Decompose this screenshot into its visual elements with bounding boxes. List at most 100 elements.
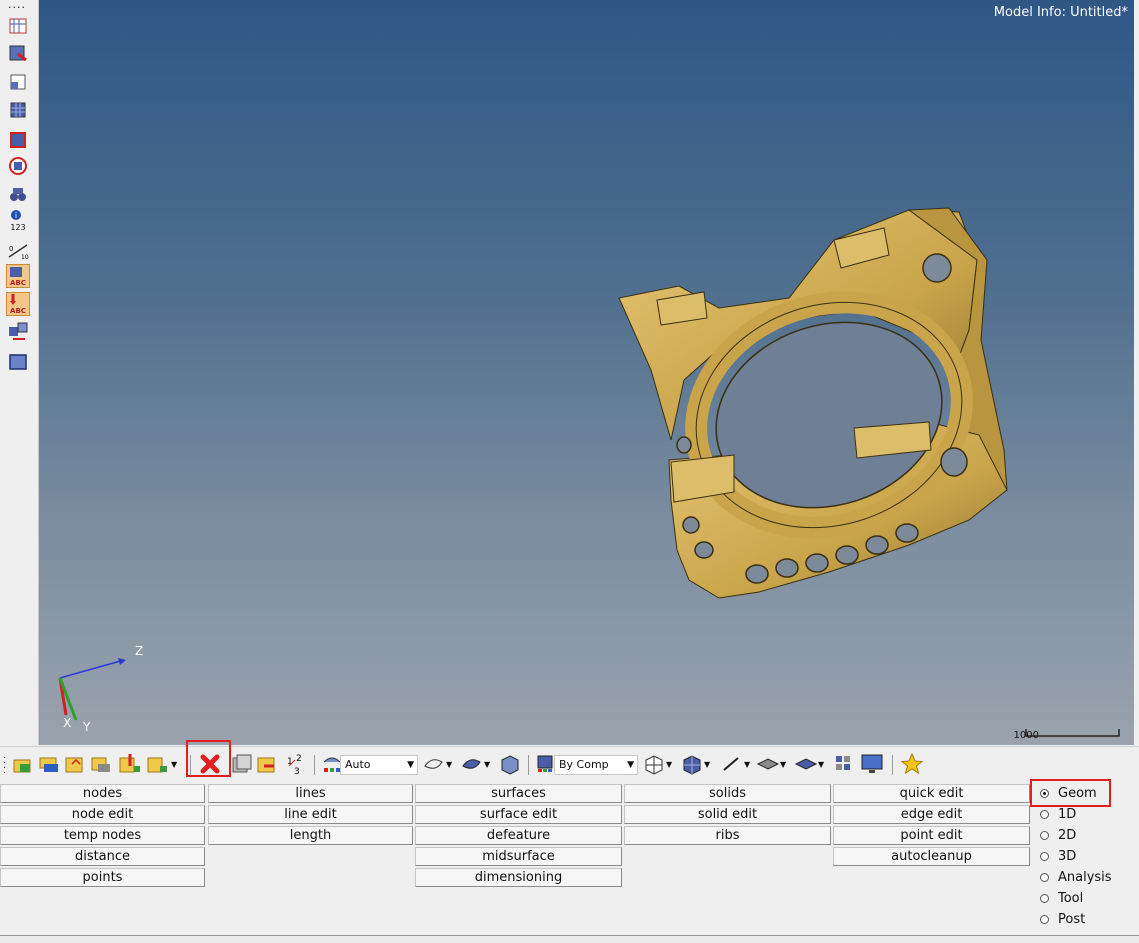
- radio-1d[interactable]: 1D: [1040, 804, 1076, 824]
- open-model-icon[interactable]: [12, 752, 36, 776]
- autocleanup-button[interactable]: autocleanup: [833, 847, 1030, 866]
- abc-label-icon[interactable]: ABC: [6, 264, 30, 288]
- length-button[interactable]: length: [208, 826, 413, 845]
- monitor-icon[interactable]: [860, 752, 884, 776]
- wireframe-shading-icon[interactable]: ▼: [422, 752, 452, 776]
- shaded-geometry-icon[interactable]: ▼: [460, 752, 490, 776]
- organize-icon[interactable]: [256, 752, 280, 776]
- axis-z-label: Z: [135, 644, 144, 658]
- reverse-icon[interactable]: [6, 128, 30, 152]
- surface-dropdown-arrow[interactable]: ▼: [818, 760, 824, 769]
- display-icon[interactable]: [6, 14, 30, 38]
- radio-1d-dot[interactable]: [1040, 809, 1049, 819]
- abc-down-icon[interactable]: ABC: [6, 292, 30, 316]
- node-edit-button[interactable]: node edit: [0, 805, 205, 824]
- point-edit-button[interactable]: point edit: [833, 826, 1030, 845]
- surface-edit-button[interactable]: surface edit: [415, 805, 622, 824]
- defeature-button[interactable]: defeature: [415, 826, 622, 845]
- by-comp-select[interactable]: By Comp ▼: [554, 755, 638, 775]
- mesh-wire-dropdown-arrow[interactable]: ▼: [666, 760, 672, 769]
- svg-text:i: i: [15, 211, 17, 220]
- mesh-shaded-dropdown-arrow[interactable]: ▼: [704, 760, 710, 769]
- export-solver-icon[interactable]: ▼: [146, 752, 177, 776]
- import-icon[interactable]: [38, 752, 62, 776]
- graphics-viewport[interactable]: Model Info: Untitled* Z X Y 1000: [39, 0, 1134, 745]
- delete-highlight-box: [186, 740, 231, 777]
- svg-text:3: 3: [294, 767, 300, 776]
- binoculars-icon[interactable]: [6, 182, 30, 206]
- ribs-button[interactable]: ribs: [624, 826, 831, 845]
- geom-panel: nodes node edit temp nodes distance poin…: [0, 779, 1139, 942]
- find-icon[interactable]: [6, 70, 30, 94]
- by-comp-select-value: By Comp: [559, 758, 609, 771]
- auto-select-value: Auto: [345, 758, 371, 771]
- surfaces-button[interactable]: surfaces: [415, 784, 622, 803]
- plane-dropdown-arrow[interactable]: ▼: [780, 760, 786, 769]
- shaded-dropdown-arrow[interactable]: ▼: [484, 760, 490, 769]
- element-shading-icon[interactable]: [498, 752, 522, 776]
- temp-nodes-button[interactable]: temp nodes: [0, 826, 205, 845]
- dimensioning-button[interactable]: dimensioning: [415, 868, 622, 887]
- auto-select[interactable]: Auto ▼: [340, 755, 418, 775]
- svg-text:2: 2: [296, 754, 302, 764]
- radio-tool[interactable]: Tool: [1040, 888, 1083, 908]
- radio-2d[interactable]: 2D: [1040, 825, 1076, 845]
- lines-button[interactable]: lines: [208, 784, 413, 803]
- entity-group-icon[interactable]: [832, 752, 856, 776]
- line-edit-button[interactable]: line edit: [208, 805, 413, 824]
- axis-y-label: Y: [83, 720, 91, 734]
- radio-2d-label: 2D: [1058, 827, 1077, 843]
- wireframe-dropdown-arrow[interactable]: ▼: [446, 760, 452, 769]
- save-icon[interactable]: [64, 752, 88, 776]
- radio-3d[interactable]: 3D: [1040, 846, 1076, 866]
- favorite-star-icon[interactable]: [900, 752, 924, 776]
- main-toolbar: · · · · ▼ 123 Auto ▼ ▼ ▼ By Comp ▼ ▼ ▼ ▼ ▼ ▼: [0, 740, 1139, 781]
- radio-3d-label: 3D: [1058, 848, 1077, 864]
- left-toolbar: ···· i 123 0 10' ABC ABC: [0, 0, 39, 745]
- import-solver-icon[interactable]: [118, 752, 142, 776]
- svg-text:123: 123: [10, 223, 25, 231]
- solids-button[interactable]: solids: [624, 784, 831, 803]
- model-info: Model Info: Untitled*: [993, 5, 1128, 20]
- surface-display-icon[interactable]: ▼: [794, 752, 824, 776]
- reject-icon[interactable]: [230, 752, 254, 776]
- export-dropdown-arrow[interactable]: ▼: [171, 760, 177, 769]
- line-display-icon[interactable]: ▼: [720, 752, 750, 776]
- svg-text:ABC: ABC: [10, 279, 26, 287]
- solid-edit-button[interactable]: solid edit: [624, 805, 831, 824]
- window-icon[interactable]: [6, 350, 30, 374]
- svg-text:10': 10': [21, 254, 29, 261]
- renumber-icon[interactable]: 123: [284, 752, 308, 776]
- circle-mark-icon[interactable]: [6, 154, 30, 178]
- line-dropdown-arrow[interactable]: ▼: [744, 760, 750, 769]
- nodes-button[interactable]: nodes: [0, 784, 205, 803]
- mask-icon[interactable]: [6, 42, 30, 66]
- ruler-icon[interactable]: 0 10': [6, 238, 30, 262]
- model-geometry[interactable]: [609, 200, 1029, 610]
- radio-2d-dot[interactable]: [1040, 830, 1049, 840]
- radio-tool-dot[interactable]: [1040, 893, 1049, 903]
- toolbar-grip[interactable]: · · · ·: [3, 754, 6, 779]
- mesh-shaded-icon[interactable]: ▼: [680, 752, 710, 776]
- mesh-icon[interactable]: [6, 98, 30, 122]
- info-123-icon[interactable]: i 123: [6, 208, 30, 232]
- quick-edit-button[interactable]: quick edit: [833, 784, 1030, 803]
- axis-x-label: X: [63, 716, 72, 730]
- transform-icon[interactable]: [6, 320, 30, 344]
- points-button[interactable]: points: [0, 868, 205, 887]
- plane-display-icon[interactable]: ▼: [756, 752, 786, 776]
- midsurface-button[interactable]: midsurface: [415, 847, 622, 866]
- svg-text:ABC: ABC: [10, 307, 26, 315]
- radio-3d-dot[interactable]: [1040, 851, 1049, 861]
- grip-handle[interactable]: ····: [8, 1, 26, 14]
- radio-analysis[interactable]: Analysis: [1040, 867, 1112, 887]
- export-icon[interactable]: [90, 752, 114, 776]
- radio-analysis-dot[interactable]: [1040, 872, 1049, 882]
- distance-button[interactable]: distance: [0, 847, 205, 866]
- radio-post-label: Post: [1058, 911, 1086, 927]
- edge-edit-button[interactable]: edge edit: [833, 805, 1030, 824]
- radio-post[interactable]: Post: [1040, 909, 1085, 929]
- radio-post-dot[interactable]: [1040, 914, 1049, 924]
- mesh-wire-icon[interactable]: ▼: [642, 752, 672, 776]
- svg-text:0: 0: [9, 245, 13, 253]
